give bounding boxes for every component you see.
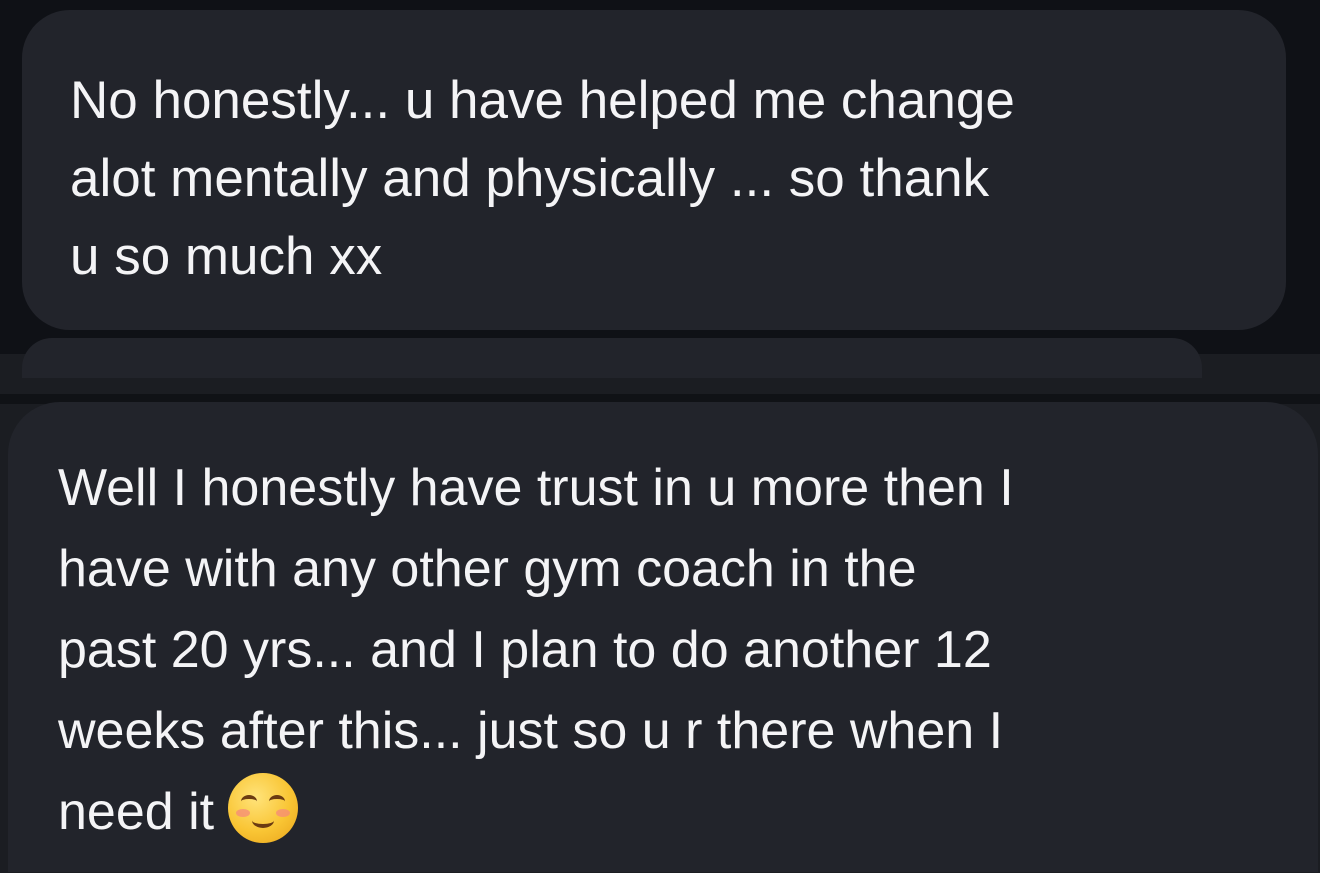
message-bubble-1[interactable]: No honestly... u have helped me change a… <box>22 10 1286 330</box>
message-1-line-2: alot mentally and physically ... so than… <box>70 149 990 208</box>
message-1-line-3: u so much xx <box>70 227 383 286</box>
message-2-line-5-wrapper: need it <box>58 772 1288 853</box>
partial-message-bubble <box>22 338 1202 378</box>
message-1-line-1: No honestly... u have helped me change <box>70 71 1015 130</box>
smiling-face-emoji-icon <box>228 773 299 843</box>
message-bubble-2[interactable]: Well I honestly have trust in u more the… <box>8 402 1318 872</box>
message-2-line-3: past 20 yrs... and I plan to do another … <box>58 621 992 679</box>
message-2-line-2: have with any other gym coach in the <box>58 540 917 598</box>
message-2-line-5: need it <box>58 783 215 841</box>
message-2-line-1: Well I honestly have trust in u more the… <box>58 459 1014 517</box>
message-2-line-4: weeks after this... just so u r there wh… <box>58 702 1004 760</box>
